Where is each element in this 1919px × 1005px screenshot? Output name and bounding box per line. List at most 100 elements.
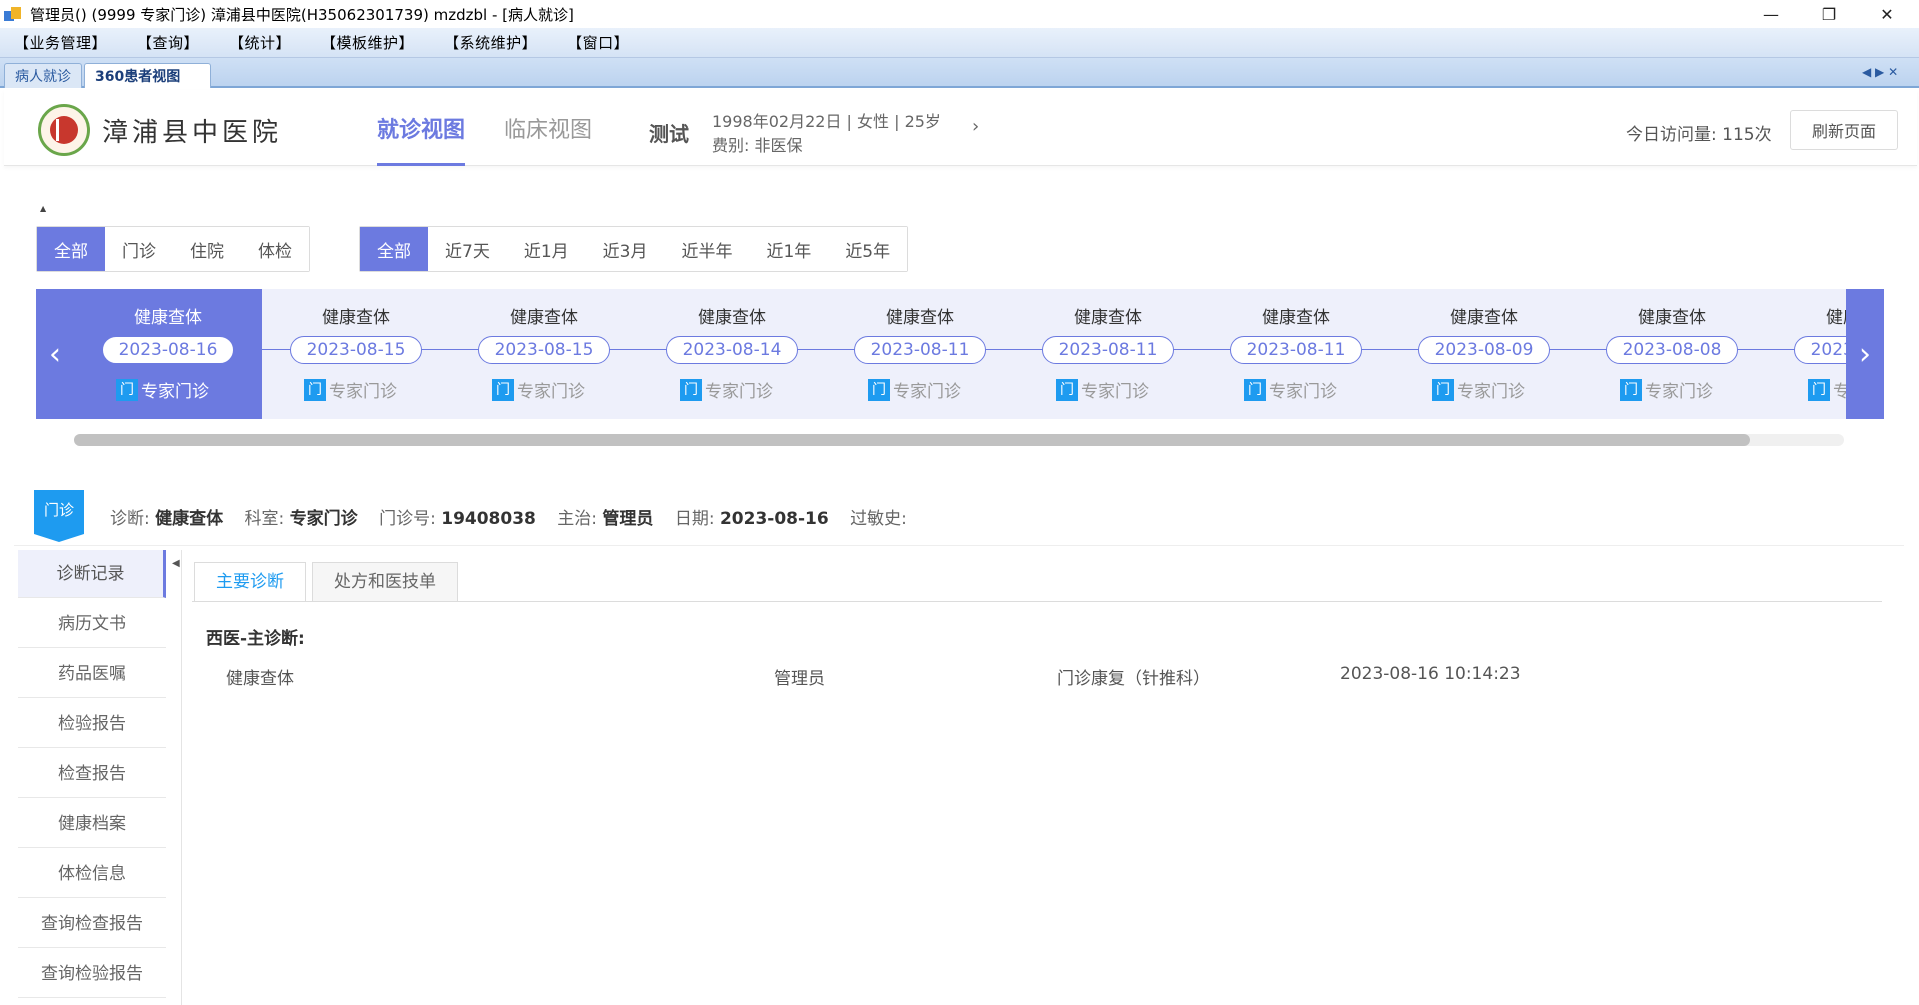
door-icon: 门 bbox=[304, 378, 326, 401]
menu-template[interactable]: 【模板维护】 bbox=[321, 32, 414, 53]
door-icon: 门 bbox=[1432, 378, 1454, 401]
timeline-date: 2023-08-09 bbox=[1418, 336, 1550, 364]
visit-info: 诊断: 健康查体 科室: 专家门诊 门诊号: 19408038 主治: 管理员 … bbox=[110, 509, 907, 529]
filter-panel: ▲ 全部 门诊 住院 体检 全部 近7天 近1月 近3月 近半年 近1年 近5年… bbox=[14, 182, 1904, 478]
door-icon: 门 bbox=[680, 378, 702, 401]
timeline-item[interactable]: 健康查体 2023-08-15 门专家门诊 bbox=[262, 289, 450, 419]
nav-health-records[interactable]: 健康档案 bbox=[18, 800, 166, 848]
caret-left-icon[interactable]: ◀ bbox=[172, 558, 180, 569]
door-icon: 门 bbox=[1808, 378, 1830, 401]
nav-query-lab-reports[interactable]: 查询检验报告 bbox=[18, 950, 166, 998]
hospital-name: 漳浦县中医院 bbox=[102, 118, 283, 148]
chevron-right-icon: › bbox=[1859, 336, 1871, 372]
filter-time-1m[interactable]: 近1月 bbox=[506, 227, 586, 271]
timeline-item[interactable]: 健康查体 2023-08-14 门专家门诊 bbox=[638, 289, 826, 419]
tab-clinical-view[interactable]: 临床视图 bbox=[504, 112, 592, 166]
app-icon bbox=[4, 5, 24, 23]
diagnosis-dept: 门诊康复（针推科） bbox=[1057, 669, 1210, 689]
filter-type-all[interactable]: 全部 bbox=[37, 227, 105, 271]
timeline-scrollbar[interactable] bbox=[74, 434, 1844, 446]
timeline-date: 2023-08-11 bbox=[1230, 336, 1362, 364]
nav-medical-documents[interactable]: 病历文书 bbox=[18, 600, 166, 648]
filter-time-1y[interactable]: 近1年 bbox=[749, 227, 829, 271]
timeline-item[interactable]: 健康查体 2023-08-09 门专家门诊 bbox=[1390, 289, 1578, 419]
visit-dept: 专家门诊 bbox=[289, 509, 358, 529]
patient-name: 测试 bbox=[649, 122, 689, 146]
chevron-left-icon: ‹ bbox=[49, 336, 61, 372]
timeline-date: 2023-08-11 bbox=[854, 336, 986, 364]
filter-type-outpatient[interactable]: 门诊 bbox=[105, 227, 173, 271]
timeline-item[interactable]: 健康查体 2023-08-11 门专家门诊 bbox=[1014, 289, 1202, 419]
menu-business[interactable]: 【业务管理】 bbox=[14, 32, 107, 53]
hospital-logo-icon bbox=[38, 104, 90, 156]
patient-fee-type: 费别: 非医保 bbox=[712, 136, 803, 155]
minimize-button[interactable]: — bbox=[1742, 0, 1800, 28]
door-icon: 门 bbox=[492, 378, 514, 401]
type-filter: 全部 门诊 住院 体检 bbox=[36, 226, 310, 272]
timeline-next-button[interactable]: › bbox=[1846, 289, 1884, 419]
filter-type-inpatient[interactable]: 住院 bbox=[173, 227, 241, 271]
time-filter: 全部 近7天 近1月 近3月 近半年 近1年 近5年 bbox=[359, 226, 909, 272]
door-icon: 门 bbox=[1244, 378, 1266, 401]
menu-window[interactable]: 【窗口】 bbox=[567, 32, 629, 53]
nav-exam-reports[interactable]: 检查报告 bbox=[18, 750, 166, 798]
caret-up-icon[interactable]: ▲ bbox=[40, 204, 46, 213]
timeline-item[interactable]: 健康查体 2023-08-11 门专家门诊 bbox=[826, 289, 1014, 419]
timeline-date: 2023-08-16 bbox=[102, 336, 234, 364]
scrollbar-thumb[interactable] bbox=[74, 434, 1750, 446]
filter-type-checkup[interactable]: 体检 bbox=[241, 227, 309, 271]
menu-stats[interactable]: 【统计】 bbox=[229, 32, 291, 53]
diagnosis-doctor: 管理员 bbox=[774, 669, 825, 689]
filter-time-3m[interactable]: 近3月 bbox=[585, 227, 665, 271]
nav-drug-orders[interactable]: 药品医嘱 bbox=[18, 650, 166, 698]
menu-query[interactable]: 【查询】 bbox=[137, 32, 199, 53]
content-area: 主要诊断 处方和医技单 西医-主诊断: 健康查体 管理员 门诊康复（针推科） 2… bbox=[192, 550, 1904, 1005]
window-title: 管理员() (9999 专家门诊) 漳浦县中医院(H35062301739) m… bbox=[30, 5, 574, 24]
visit-timeline: 健康查体 2023-08-16 门专家门诊 健康查体 2023-08-15 门专… bbox=[36, 289, 1884, 419]
visit-info-row: 门诊 诊断: 健康查体 科室: 专家门诊 门诊号: 19408038 主治: 管… bbox=[14, 490, 1904, 546]
door-icon: 门 bbox=[868, 378, 890, 401]
filter-time-7d[interactable]: 近7天 bbox=[428, 227, 507, 271]
tab-scroll-controls[interactable]: ◀ ▶ ✕ bbox=[1862, 65, 1898, 79]
diagnosis-time: 2023-08-16 10:14:23 bbox=[1340, 664, 1521, 684]
timeline-date: 2023-08-14 bbox=[666, 336, 798, 364]
window-titlebar: 管理员() (9999 专家门诊) 漳浦县中医院(H35062301739) m… bbox=[0, 0, 1919, 28]
visit-type-badge: 门诊 bbox=[34, 490, 84, 542]
nav-diagnosis-records[interactable]: 诊断记录 bbox=[18, 550, 166, 598]
document-tabs: 病人就诊 360患者视图 ◀ ▶ ✕ bbox=[0, 58, 1919, 88]
patient-info: 1998年02月22日 | 女性 | 25岁 bbox=[712, 112, 941, 131]
menu-system[interactable]: 【系统维护】 bbox=[444, 32, 537, 53]
nav-checkup-info[interactable]: 体检信息 bbox=[18, 850, 166, 898]
door-icon: 门 bbox=[116, 378, 138, 401]
visit-diagnosis: 健康查体 bbox=[155, 509, 224, 529]
diagnosis-name: 健康查体 bbox=[226, 669, 294, 689]
timeline-prev-button[interactable]: ‹ bbox=[36, 289, 74, 419]
filter-time-5y[interactable]: 近5年 bbox=[828, 227, 908, 271]
close-button[interactable]: ✕ bbox=[1858, 0, 1916, 28]
tab-patient-visit[interactable]: 病人就诊 bbox=[4, 63, 82, 88]
tab-main-diagnosis[interactable]: 主要诊断 bbox=[194, 562, 306, 602]
timeline-date: 2023-08-15 bbox=[478, 336, 610, 364]
tab-divider bbox=[192, 601, 1882, 602]
nav-lab-reports[interactable]: 检验报告 bbox=[18, 700, 166, 748]
refresh-button[interactable]: 刷新页面 bbox=[1790, 110, 1898, 150]
timeline-item[interactable]: 健康查体 2023-08-08 门专家门诊 bbox=[1578, 289, 1766, 419]
app-header: 漳浦县中医院 就诊视图 临床视图 测试 1998年02月22日 | 女性 | 2… bbox=[4, 90, 1917, 166]
tab-visit-view[interactable]: 就诊视图 bbox=[377, 112, 466, 166]
filter-time-all[interactable]: 全部 bbox=[360, 227, 428, 271]
timeline-date: 2023-08-15 bbox=[290, 336, 422, 364]
section-title: 西医-主诊断: bbox=[206, 629, 305, 649]
tab-prescriptions[interactable]: 处方和医技单 bbox=[312, 562, 458, 602]
timeline-date: 2023-08-08 bbox=[1606, 336, 1738, 364]
daily-visits: 今日访问量: 115次 bbox=[1626, 125, 1772, 145]
filter-time-6m[interactable]: 近半年 bbox=[664, 227, 750, 271]
nav-query-exam-reports[interactable]: 查询检查报告 bbox=[18, 900, 166, 948]
timeline-item[interactable]: 健康查体 2023-08-16 门专家门诊 bbox=[74, 289, 262, 419]
timeline-item[interactable]: 健康查体 2023-08-11 门专家门诊 bbox=[1202, 289, 1390, 419]
chevron-right-icon[interactable]: › bbox=[972, 116, 979, 137]
allergy-label: 过敏史: bbox=[850, 509, 907, 529]
timeline-item[interactable]: 健康查体 2023-08-15 门专家门诊 bbox=[450, 289, 638, 419]
visit-doctor: 管理员 bbox=[602, 509, 654, 529]
tab-360-view[interactable]: 360患者视图 bbox=[84, 63, 212, 88]
maximize-button[interactable]: ❐ bbox=[1800, 0, 1858, 28]
